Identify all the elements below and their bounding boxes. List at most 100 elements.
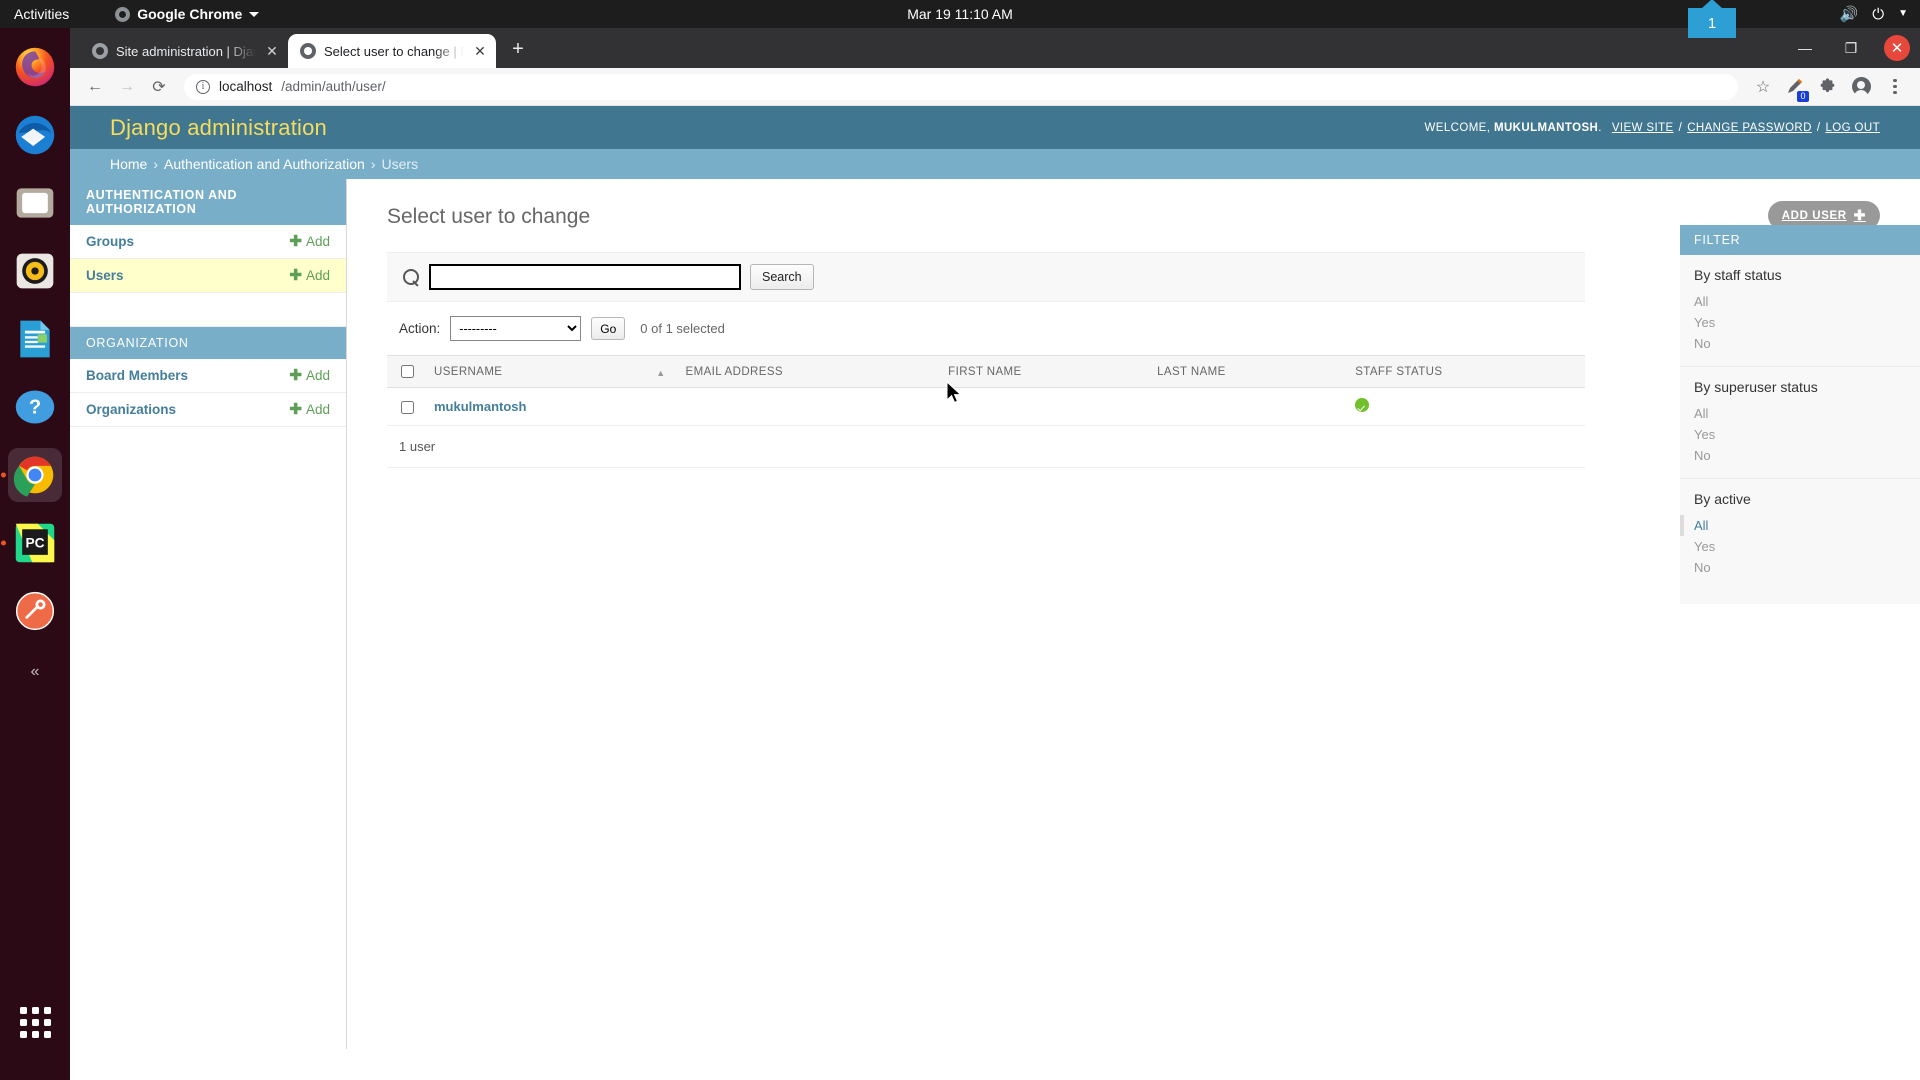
- close-icon: ✕: [1884, 35, 1910, 61]
- activities-button[interactable]: Activities: [0, 6, 83, 22]
- add-users-link[interactable]: ✚ Add: [289, 268, 330, 283]
- main-content: Select user to change ADD USER ✚ Search: [347, 179, 1920, 604]
- ubuntu-dock: ? PC «: [0, 28, 70, 1080]
- sidebar-item-label[interactable]: Board Members: [86, 368, 188, 383]
- user-link-mukulmantosh[interactable]: mukulmantosh: [434, 399, 526, 414]
- filter-group-superuser-status: By superuser status All Yes No: [1680, 367, 1920, 479]
- chrome-menu-icon[interactable]: [1880, 72, 1910, 102]
- filter-option-active-no[interactable]: No: [1680, 557, 1920, 578]
- add-organizations-link[interactable]: ✚ Add: [289, 402, 330, 417]
- add-groups-link[interactable]: ✚ Add: [289, 234, 330, 249]
- pencil-extension-icon[interactable]: 0: [1782, 74, 1809, 102]
- dock-item-utility[interactable]: [8, 584, 62, 638]
- user-tools-separator: /: [1816, 121, 1821, 134]
- plus-icon: ✚: [1853, 207, 1866, 223]
- back-button[interactable]: ←: [80, 72, 110, 102]
- select-all-checkbox[interactable]: [401, 365, 414, 378]
- filter-option-superuser-yes[interactable]: Yes: [1680, 424, 1920, 445]
- dock-item-firefox[interactable]: [8, 40, 62, 94]
- sidebar-item-users[interactable]: Users ✚ Add: [70, 259, 346, 293]
- maximize-button[interactable]: ❐: [1828, 28, 1874, 68]
- show-applications-button[interactable]: [0, 992, 70, 1052]
- log-out-link[interactable]: LOG OUT: [1825, 122, 1880, 134]
- nav-sidebar: AUTHENTICATION AND AUTHORIZATION Groups …: [70, 179, 347, 1049]
- window-controls: — ❐ ✕: [1782, 28, 1920, 68]
- column-header-first-name[interactable]: FIRST NAME: [938, 355, 1148, 388]
- site-branding[interactable]: Django administration: [110, 115, 327, 141]
- filter-option-superuser-all[interactable]: All: [1680, 403, 1920, 424]
- cell-staff-status: [1345, 387, 1585, 426]
- add-user-label: ADD USER: [1781, 209, 1847, 222]
- plus-icon: ✚: [289, 401, 302, 418]
- new-tab-button[interactable]: +: [504, 38, 532, 61]
- filter-option-staff-all[interactable]: All: [1680, 291, 1920, 312]
- add-label: Add: [305, 268, 330, 283]
- tab-close-icon[interactable]: ✕: [472, 43, 488, 60]
- change-password-link[interactable]: CHANGE PASSWORD: [1687, 122, 1812, 134]
- view-site-link[interactable]: VIEW SITE: [1612, 122, 1674, 134]
- sidebar-item-label[interactable]: Groups: [86, 234, 134, 249]
- action-select[interactable]: --------- Delete selected users: [450, 316, 582, 341]
- add-board-members-link[interactable]: ✚ Add: [289, 368, 330, 383]
- forward-button[interactable]: →: [112, 72, 142, 102]
- column-header-username[interactable]: USERNAME ▲: [424, 355, 676, 388]
- plus-icon: ✚: [289, 367, 302, 384]
- svg-text:PC: PC: [25, 536, 44, 551]
- app-menu-chrome[interactable]: Google Chrome: [115, 6, 260, 22]
- sidebar-item-organizations[interactable]: Organizations ✚ Add: [70, 393, 346, 427]
- reload-button[interactable]: ⟳: [144, 72, 174, 102]
- filter-group-title: By superuser status: [1694, 379, 1818, 395]
- user-tools: WELCOME, MUKULMANTOSH. VIEW SITE / CHANG…: [1425, 122, 1880, 134]
- filter-group-staff-status: By staff status All Yes No: [1680, 255, 1920, 367]
- chevron-down-icon[interactable]: ▼: [1898, 9, 1908, 19]
- clock[interactable]: Mar 19 11:10 AM: [907, 6, 1013, 22]
- dock-item-files[interactable]: [8, 176, 62, 230]
- breadcrumb-home[interactable]: Home: [110, 156, 147, 172]
- sidebar-item-groups[interactable]: Groups ✚ Add: [70, 225, 346, 259]
- dock-item-rhythmbox[interactable]: [8, 244, 62, 298]
- volume-icon[interactable]: 🔊: [1840, 7, 1859, 22]
- column-header-staff-status[interactable]: STAFF STATUS: [1345, 355, 1585, 388]
- result-count: 1 user: [387, 426, 1585, 468]
- table-header-row: USERNAME ▲ EMAIL ADDRESS FIRST NAME LAST…: [387, 355, 1585, 388]
- column-header-last-name[interactable]: LAST NAME: [1147, 355, 1346, 388]
- action-go-button[interactable]: Go: [591, 317, 626, 340]
- tab-close-icon[interactable]: ✕: [264, 43, 280, 60]
- dock-item-libreoffice-writer[interactable]: [8, 312, 62, 366]
- system-tray[interactable]: 🔊 ⏻ ▼: [1840, 7, 1908, 22]
- search-button[interactable]: Search: [750, 264, 814, 290]
- breadcrumb-app[interactable]: Authentication and Authorization: [164, 156, 365, 172]
- dock-item-thunderbird[interactable]: [8, 108, 62, 162]
- search-input[interactable]: [429, 264, 741, 290]
- dock-item-pycharm[interactable]: PC: [8, 516, 62, 570]
- filter-option-superuser-no[interactable]: No: [1680, 445, 1920, 466]
- sidebar-item-label[interactable]: Organizations: [86, 402, 176, 417]
- row-checkbox[interactable]: [401, 401, 414, 415]
- bookmark-star-icon[interactable]: ☆: [1748, 72, 1778, 102]
- sidebar-item-board-members[interactable]: Board Members ✚ Add: [70, 359, 346, 393]
- dock-item-help[interactable]: ?: [8, 380, 62, 434]
- tab-site-administration[interactable]: Site administration | Djan ✕: [80, 34, 288, 68]
- changelist-filter: FILTER By staff status All Yes No By sup…: [1680, 225, 1920, 604]
- sidebar-item-label[interactable]: Users: [86, 268, 124, 283]
- site-info-icon[interactable]: i: [196, 79, 210, 94]
- user-tools-separator: /: [1678, 121, 1683, 134]
- puzzle-extension-icon[interactable]: [1812, 72, 1842, 102]
- plus-icon: ✚: [289, 233, 302, 250]
- dock-item-google-chrome[interactable]: [8, 448, 62, 502]
- filter-option-active-yes[interactable]: Yes: [1680, 536, 1920, 557]
- table-row[interactable]: mukulmantosh: [387, 387, 1585, 426]
- filter-option-staff-yes[interactable]: Yes: [1680, 312, 1920, 333]
- chevron-down-icon: [249, 11, 260, 17]
- dock-collapse-button[interactable]: «: [0, 660, 70, 684]
- tab-select-user-to-change[interactable]: Select user to change | Dj ✕: [288, 34, 496, 68]
- power-icon[interactable]: ⏻: [1872, 7, 1884, 22]
- close-window-button[interactable]: ✕: [1874, 28, 1920, 68]
- username-label: MUKULMANTOSH: [1493, 121, 1599, 134]
- minimize-button[interactable]: —: [1782, 28, 1828, 68]
- filter-option-active-all[interactable]: All: [1680, 515, 1920, 536]
- profile-avatar-icon[interactable]: [1846, 72, 1876, 102]
- filter-option-staff-no[interactable]: No: [1680, 333, 1920, 354]
- address-bar[interactable]: i localhost/admin/auth/user/: [184, 73, 1738, 100]
- column-header-email-address[interactable]: EMAIL ADDRESS: [675, 355, 939, 388]
